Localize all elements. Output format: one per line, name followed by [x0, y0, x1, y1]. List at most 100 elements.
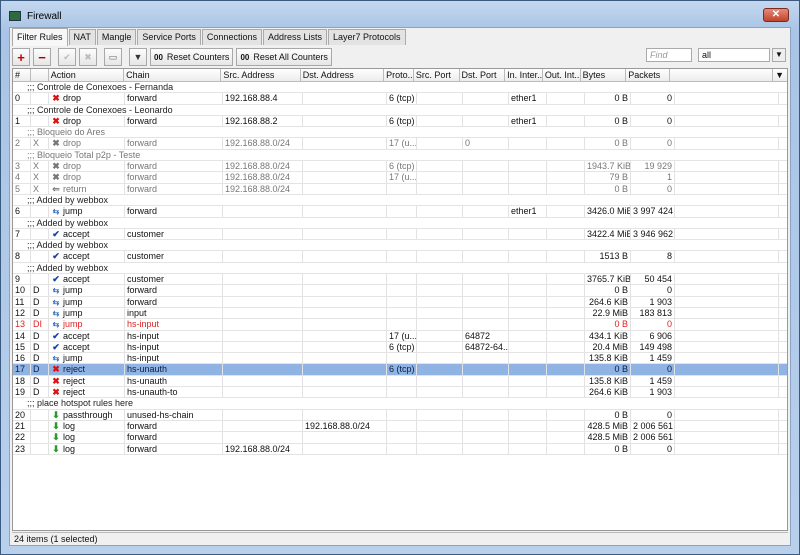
- remove-button[interactable]: −: [33, 48, 51, 66]
- table-row[interactable]: 15 D ✔ accept hs-input 6 (tcp) 64872-64... 20.4…: [13, 341, 787, 354]
- n-cell: 11: [13, 296, 31, 307]
- dport-cell: [463, 432, 509, 443]
- sport-cell: [417, 285, 463, 296]
- table-row[interactable]: 0 ✖ drop forward 192.168.88.4 6 (tcp) ether1 0 …: [13, 93, 787, 105]
- column-header[interactable]: Src. Address: [221, 69, 301, 81]
- tab-layer7-protocols[interactable]: Layer7 Protocols: [328, 29, 406, 45]
- table-row[interactable]: 12 D ⇆ jump input 22.9 MiB 183 813: [13, 307, 787, 320]
- table-row[interactable]: 18 D ✖ reject hs-unauth 135.8 KiB 1 459: [13, 375, 787, 388]
- filter-icon[interactable]: ▼: [129, 48, 147, 66]
- dport-cell: 64872-64...: [465, 341, 509, 353]
- table-row[interactable]: 14 D ✔ accept hs-input 17 (u... 64872 434.1 KiB…: [13, 330, 787, 342]
- out-cell: [547, 115, 585, 127]
- tab-service-ports[interactable]: Service Ports: [137, 29, 201, 45]
- table-row[interactable]: 4 X ✖ drop forward 192.168.88.0/24 17 (u... 79 …: [13, 172, 787, 184]
- table-row[interactable]: 5 X ⇐ return forward 192.168.88.0/24 0 B0: [13, 183, 787, 195]
- disable-button[interactable]: ✖: [79, 48, 97, 66]
- filter-dropdown-icon[interactable]: ▼: [772, 48, 786, 62]
- reset-counters-button[interactable]: 00 Reset Counters: [150, 48, 234, 66]
- out-cell: [547, 172, 585, 183]
- table-row[interactable]: 13 DI ⇆ jump hs-input 0 B0: [13, 319, 787, 331]
- enable-button[interactable]: ✔: [58, 48, 76, 66]
- sport-cell: [417, 206, 463, 217]
- proto-cell: [387, 296, 417, 307]
- add-button[interactable]: +: [12, 48, 30, 66]
- f-cell: [31, 420, 49, 432]
- dst-cell: [303, 296, 387, 307]
- action-cell: ✔ accept: [49, 330, 125, 341]
- column-header[interactable]: ▼: [773, 69, 787, 81]
- n-cell: 4: [13, 172, 31, 183]
- src-cell: [223, 307, 303, 319]
- table-row[interactable]: 22 ⬇ log forward 428.5 MiB 2 006 561: [13, 432, 787, 444]
- tab-mangle[interactable]: Mangle: [96, 29, 137, 45]
- dst-cell: [303, 228, 387, 240]
- column-header[interactable]: Out. Int...: [543, 69, 581, 81]
- action-cell: ✖ drop: [49, 138, 125, 149]
- tab-nat[interactable]: NAT: [68, 29, 96, 45]
- packets-cell: 0: [631, 364, 675, 375]
- table-row[interactable]: 9 ✔ accept customer 3765.7 KiB 50 454: [13, 274, 787, 286]
- table-row[interactable]: 1 ✖ drop forward 192.168.88.2 6 (tcp) ether1 0 …: [13, 115, 787, 128]
- comment-button[interactable]: ▭: [104, 48, 122, 66]
- dst-cell: [303, 206, 387, 217]
- table-row[interactable]: 2 X ✖ drop forward 192.168.88.0/24 17 (u... 0 0 …: [13, 138, 787, 150]
- proto-cell: 17 (u...: [389, 138, 417, 149]
- jump-icon: ⇆: [52, 320, 60, 330]
- table-row[interactable]: 17 D ✖ reject hs-unauth 6 (tcp) 0 B0: [13, 364, 787, 376]
- filler-cell: [675, 138, 779, 149]
- action-cell: ✖ drop: [49, 172, 125, 183]
- column-header[interactable]: Packets: [626, 69, 670, 81]
- comment-row[interactable]: ;;; Controle de Conexoes - Fernanda: [13, 82, 787, 94]
- column-header[interactable]: Proto...: [384, 69, 414, 81]
- table-row[interactable]: 7 ✔ accept customer 3422.4 MiB 3 946 962: [13, 228, 787, 241]
- table-row[interactable]: 10 D ⇆ jump forward 0 B0: [13, 285, 787, 297]
- table-row[interactable]: 6 ⇆ jump forward ether1 3426.0 MiB 3 997 424: [13, 206, 787, 218]
- column-header[interactable]: #: [13, 69, 31, 81]
- column-header[interactable]: Src. Port: [414, 69, 460, 81]
- comment-row[interactable]: ;;; Added by webbox: [13, 262, 787, 275]
- tab-connections[interactable]: Connections: [201, 29, 262, 45]
- comment-row[interactable]: ;;; Added by webbox: [13, 218, 787, 229]
- packets-cell: 183 813: [631, 307, 675, 319]
- bytes-cell: 428.5 MiB: [585, 420, 631, 432]
- table-row[interactable]: 8 ✔ accept customer 1513 B8: [13, 251, 787, 263]
- dst-cell: [303, 353, 387, 364]
- src-cell: [223, 432, 303, 443]
- comment-row[interactable]: ;;; Bloqueio Total p2p - Teste: [13, 150, 787, 162]
- column-header[interactable]: Chain: [124, 69, 222, 81]
- table-row[interactable]: 20 ⬇ passthrough unused-hs-chain 0 B0: [13, 409, 787, 421]
- comment-row[interactable]: ;;; Added by webbox: [13, 240, 787, 252]
- column-header[interactable]: Action: [49, 69, 125, 81]
- rule-comment: ;;; Added by webbox: [27, 262, 109, 273]
- tab-address-lists[interactable]: Address Lists: [262, 29, 327, 45]
- column-header[interactable]: Bytes: [581, 69, 627, 81]
- src-cell: [223, 364, 303, 375]
- chain-cell: customer: [125, 251, 223, 262]
- comment-row[interactable]: ;;; Bloqueio do Ares: [13, 127, 787, 139]
- table-row[interactable]: 23 ⬇ log forward 192.168.88.0/24 0 B0: [13, 443, 787, 455]
- close-button[interactable]: ✕: [763, 8, 789, 22]
- column-header[interactable]: In. Inter...: [505, 69, 543, 81]
- comment-row[interactable]: ;;; place hotspot rules here: [13, 398, 787, 410]
- table-row[interactable]: 11 D ⇆ jump forward 264.6 KiB 1 903: [13, 296, 787, 308]
- table-row[interactable]: 16 D ⇆ jump hs-input 135.8 KiB 1 459: [13, 353, 787, 365]
- table-row[interactable]: 3 X ✖ drop forward 192.168.88.0/24 6 (tcp) 1943…: [13, 161, 787, 173]
- table-row[interactable]: 21 ⬇ log forward 192.168.88.0/24 428.5 MiB 2 0…: [13, 420, 787, 433]
- column-header[interactable]: [670, 69, 774, 81]
- table-row[interactable]: 19 D ✖ reject hs-unauth-to 264.6 KiB 1 903: [13, 387, 787, 399]
- filler-cell: [675, 364, 779, 375]
- comment-row[interactable]: ;;; Added by webbox: [13, 195, 787, 207]
- tab-filter-rules[interactable]: Filter Rules: [12, 28, 68, 46]
- column-header[interactable]: Dst. Address: [301, 69, 385, 81]
- column-header[interactable]: Dst. Port: [460, 69, 506, 81]
- out-cell: [547, 138, 585, 149]
- find-input[interactable]: Find: [646, 48, 692, 62]
- filter-select[interactable]: all: [698, 48, 770, 62]
- f-cell: D: [31, 387, 49, 398]
- comment-row[interactable]: ;;; Controle de Conexoes - Leonardo: [13, 105, 787, 116]
- f-cell: [31, 409, 49, 420]
- column-header[interactable]: [31, 69, 49, 81]
- src-cell: 192.168.88.0/24: [223, 172, 303, 183]
- reset-all-counters-button[interactable]: 00 Reset All Counters: [236, 48, 332, 66]
